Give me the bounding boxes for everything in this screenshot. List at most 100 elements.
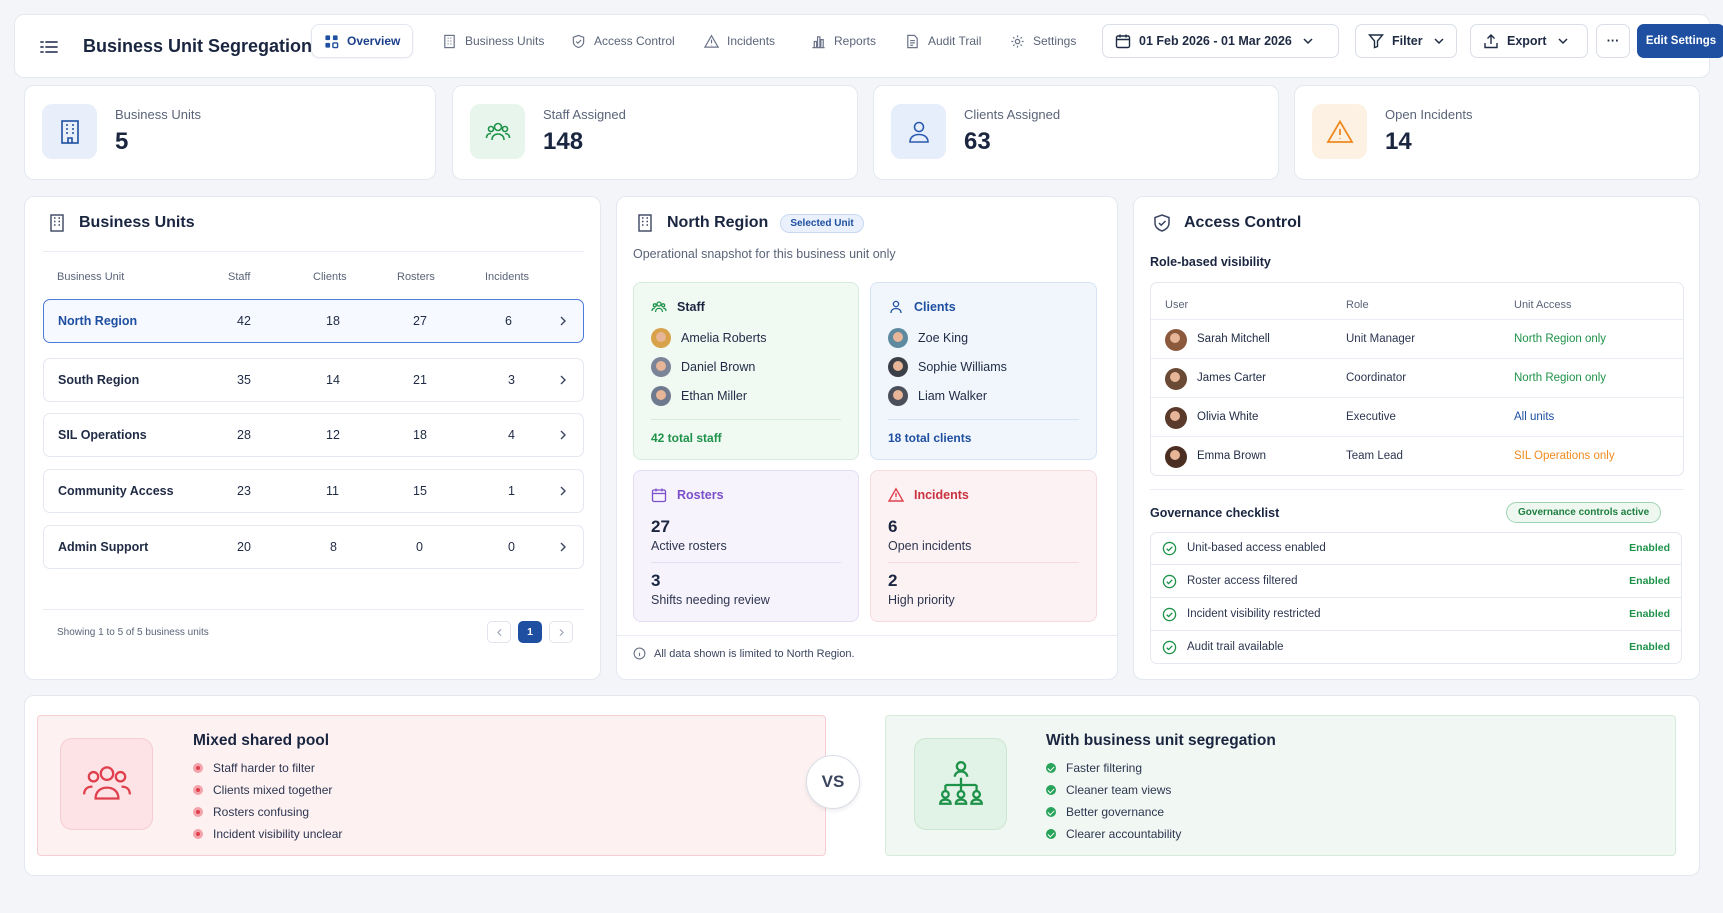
avatar xyxy=(888,386,908,406)
section-title: Role-based visibility xyxy=(1150,255,1271,269)
governance-status-badge: Governance controls active xyxy=(1506,502,1662,523)
unit-incidents: 4 xyxy=(508,428,515,442)
user-icon xyxy=(891,104,946,159)
table-row[interactable]: Community Access 23 11 15 1 xyxy=(43,469,584,513)
checklist-item: Incident visibility restricted Enabled xyxy=(1150,598,1682,631)
check-circle-icon xyxy=(1046,807,1056,817)
warning-icon xyxy=(704,33,719,49)
unit-access: North Region only xyxy=(1514,372,1607,384)
unit-clients: 14 xyxy=(326,373,340,387)
unit-access: North Region only xyxy=(1514,333,1607,345)
menu-icon[interactable] xyxy=(37,35,61,59)
tab-overview[interactable]: Overview xyxy=(311,24,414,58)
divider xyxy=(1150,489,1684,490)
table-row[interactable]: SIL Operations 28 12 18 4 xyxy=(43,413,584,457)
unit-staff: 23 xyxy=(237,484,251,498)
table-row[interactable]: Sarah Mitchell Unit Manager North Region… xyxy=(1151,319,1683,358)
unit-name: SIL Operations xyxy=(58,428,147,442)
panel-title-text: Business Units xyxy=(79,214,195,231)
tab-business-units[interactable]: Business Units xyxy=(430,24,556,58)
person-name: Liam Walker xyxy=(918,389,987,403)
calendar-icon xyxy=(1115,33,1131,49)
column-header: Incidents xyxy=(485,271,530,283)
open-incidents-label: Open incidents xyxy=(888,539,972,553)
table-row[interactable]: James Carter Coordinator North Region on… xyxy=(1151,358,1683,397)
export-button[interactable]: Export xyxy=(1470,24,1588,58)
person-name: Ethan Miller xyxy=(681,389,747,403)
unit-access: All units xyxy=(1514,411,1555,423)
list-item: Sophie Williams xyxy=(888,357,1007,377)
stat-card-clients-assigned: Clients Assigned 63 xyxy=(873,85,1279,180)
checklist-status: Enabled xyxy=(1629,608,1670,620)
bullet-text: Clients mixed together xyxy=(213,783,333,797)
chevron-down-icon xyxy=(1300,33,1316,49)
prev-page-button[interactable] xyxy=(487,621,511,643)
tab-incidents[interactable]: Incidents xyxy=(692,24,787,58)
bullet-text: Cleaner team views xyxy=(1066,783,1172,797)
filter-button[interactable]: Filter xyxy=(1355,24,1457,58)
next-page-button[interactable] xyxy=(549,621,573,643)
checklist-label: Roster access filtered xyxy=(1187,575,1298,587)
business-units-panel: Business Units Business Unit Staff Clien… xyxy=(24,196,601,680)
list-item: Rosters confusing xyxy=(193,805,309,819)
tab-audit-trail[interactable]: Audit Trail xyxy=(893,24,993,58)
segregation-box: With business unit segregation Faster fi… xyxy=(885,715,1676,856)
stat-label: Clients Assigned xyxy=(964,107,1061,122)
stat-label: Business Units xyxy=(115,107,201,122)
date-range-picker[interactable]: 01 Feb 2026 - 01 Mar 2026 xyxy=(1102,24,1339,58)
clients-total: 18 total clients xyxy=(888,431,972,445)
calendar-icon xyxy=(651,487,667,503)
tab-settings[interactable]: Settings xyxy=(998,24,1088,58)
table-row[interactable]: Admin Support 20 8 0 0 xyxy=(43,525,584,569)
more-options-button[interactable]: ··· xyxy=(1596,24,1630,58)
avatar xyxy=(651,386,671,406)
stat-card-business-units: Business Units 5 xyxy=(24,85,436,180)
checklist-status: Enabled xyxy=(1629,542,1670,554)
person-name: Daniel Brown xyxy=(681,360,756,374)
edit-settings-button[interactable]: Edit Settings xyxy=(1637,24,1723,58)
box-title: Incidents xyxy=(914,488,969,502)
unit-staff: 42 xyxy=(237,314,251,328)
tab-access-control[interactable]: Access Control xyxy=(559,24,687,58)
building-icon xyxy=(47,213,67,233)
chevron-down-icon xyxy=(1555,33,1571,49)
tab-reports[interactable]: Reports xyxy=(799,24,888,58)
table-row[interactable]: Emma Brown Team Lead SIL Operations only xyxy=(1151,436,1683,475)
dot-icon xyxy=(193,829,203,839)
unit-clients: 12 xyxy=(326,428,340,442)
document-icon xyxy=(905,34,920,49)
user-role: Executive xyxy=(1346,411,1396,423)
table-row[interactable]: South Region 35 14 21 3 xyxy=(43,358,584,402)
chevron-right-icon xyxy=(556,373,570,387)
panel-subtitle: Operational snapshot for this business u… xyxy=(633,247,896,261)
checklist-item: Audit trail available Enabled xyxy=(1150,631,1682,664)
dot-icon xyxy=(193,785,203,795)
divider xyxy=(617,635,1117,636)
shifts-review-label: Shifts needing review xyxy=(651,593,770,607)
chevron-left-icon xyxy=(494,627,505,638)
check-circle-icon xyxy=(1046,785,1056,795)
building-icon xyxy=(42,104,97,159)
list-item: Staff harder to filter xyxy=(193,761,315,775)
stat-card-open-incidents: Open Incidents 14 xyxy=(1294,85,1700,180)
staff-box: Staff Amelia Roberts Daniel Brown Ethan … xyxy=(633,282,859,460)
list-item: Amelia Roberts xyxy=(651,328,766,348)
bullet-text: Staff harder to filter xyxy=(213,761,315,775)
checklist-item: Unit-based access enabled Enabled xyxy=(1150,532,1682,565)
table-row[interactable]: Olivia White Executive All units xyxy=(1151,397,1683,436)
table-row[interactable]: North Region 42 18 27 6 xyxy=(43,299,584,343)
rosters-box: Rosters 27 Active rosters 3 Shifts needi… xyxy=(633,470,859,622)
avatar xyxy=(1165,329,1187,351)
column-header: Staff xyxy=(228,271,251,283)
shield-icon xyxy=(571,34,586,49)
page-button-1[interactable]: 1 xyxy=(518,621,542,643)
more-icon: ··· xyxy=(1606,34,1620,48)
unit-clients: 8 xyxy=(330,540,337,554)
column-header: Business Unit xyxy=(57,271,125,283)
list-item: Liam Walker xyxy=(888,386,987,406)
box-title: Clients xyxy=(914,300,956,314)
panel-title: Business Units xyxy=(47,213,195,233)
unit-access: SIL Operations only xyxy=(1514,450,1615,462)
user-role: Unit Manager xyxy=(1346,333,1416,345)
unit-incidents: 0 xyxy=(508,540,515,554)
